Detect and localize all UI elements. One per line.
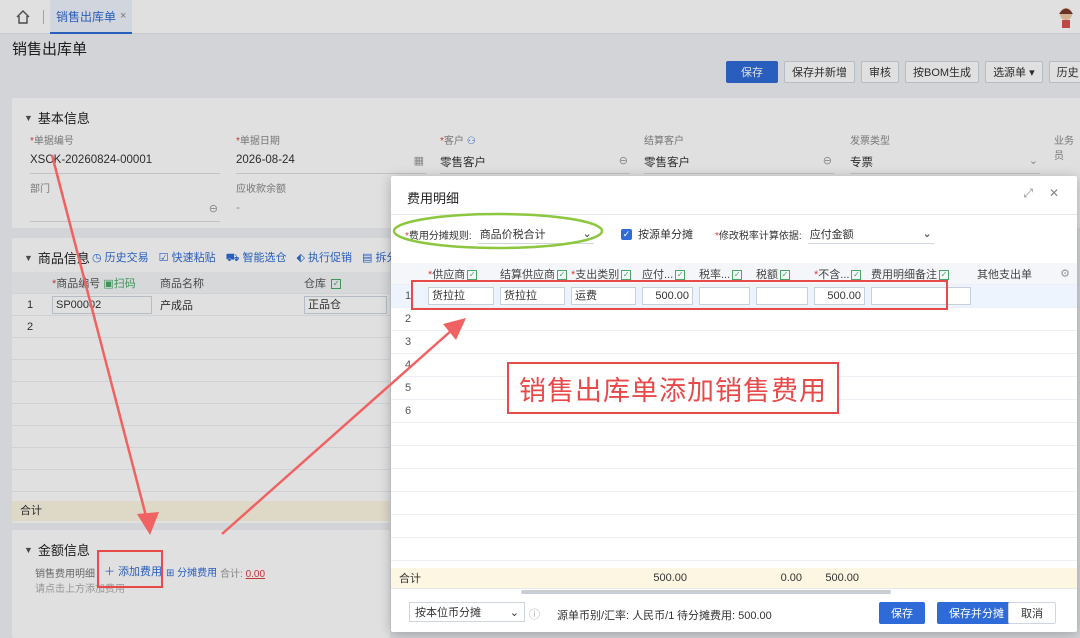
split-mode-select[interactable]: 按本位币分摊 ⌄ — [409, 602, 525, 622]
highlight-add-fee-box — [97, 550, 163, 588]
highlight-row-box — [411, 280, 948, 310]
check-icon: ✓ — [675, 269, 686, 280]
dialog-title: 费用明细 — [407, 191, 460, 206]
save-button[interactable]: 保存 — [879, 602, 925, 624]
checkbox-checked-icon: ✓ — [621, 228, 632, 240]
chevron-down-icon: ⌄ — [509, 606, 519, 619]
fee-sum-row: 合计 500.00 0.00 500.00 — [391, 568, 1077, 588]
help-icon[interactable]: ⓘ — [529, 606, 540, 622]
check-icon: ✓ — [557, 269, 567, 280]
check-icon: ✓ — [467, 269, 478, 280]
check-icon: ✓ — [780, 269, 790, 280]
expand-icon[interactable]: ⤢ — [1023, 186, 1033, 201]
annotation-label: 销售出库单添加销售费用 — [507, 362, 839, 414]
by-source-checkbox[interactable]: ✓ 按源单分摊 — [621, 223, 693, 245]
dialog-footer: 按本位币分摊 ⌄ ⓘ 源单币别/汇率: 人民币/1 待分摊费用: 500.00 保… — [391, 588, 1077, 632]
chevron-down-icon: ⌄ — [922, 228, 932, 240]
split-rule-field[interactable]: *费用分摊规则: 商品价税合计 ⌄ — [405, 223, 594, 245]
save-and-split-button[interactable]: 保存并分摊 — [937, 602, 1016, 624]
close-icon[interactable]: ✕ — [1049, 186, 1059, 201]
check-icon: ✓ — [851, 269, 862, 280]
table-row[interactable]: 3 — [391, 331, 1077, 354]
tax-basis-field[interactable]: *修改税率计算依据: 应付金额 ⌄ — [715, 223, 934, 245]
check-icon: ✓ — [732, 269, 743, 280]
check-icon: ✓ — [939, 269, 949, 280]
dialog-options: *费用分摊规则: 商品价税合计 ⌄ ✓ 按源单分摊 *修改税率计算依据: 应付金额… — [403, 223, 1063, 245]
chevron-down-icon: ⌄ — [582, 228, 592, 240]
check-icon: ✓ — [621, 269, 632, 280]
cancel-button[interactable]: 取消 — [1008, 602, 1056, 624]
table-row[interactable]: 2 — [391, 308, 1077, 331]
settings-icon[interactable]: ⚙ — [1054, 267, 1076, 280]
